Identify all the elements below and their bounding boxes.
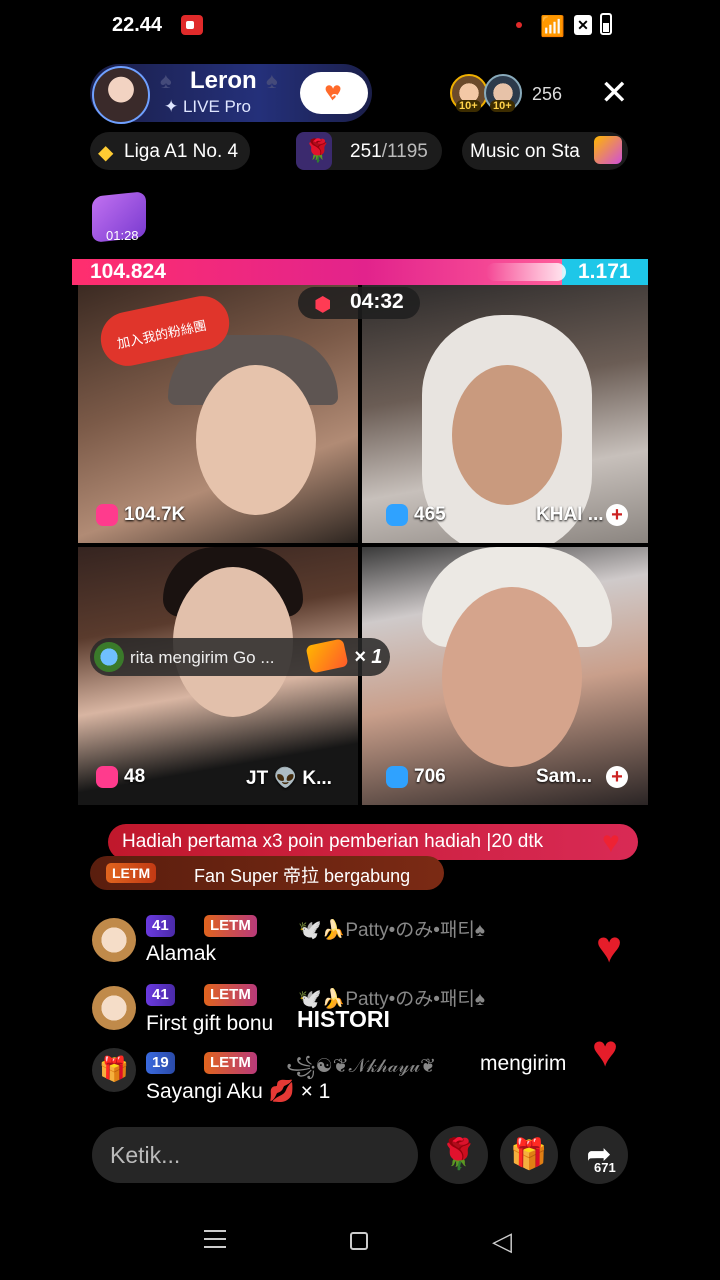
battle-score-right: 1.171: [578, 260, 631, 283]
viewer-rank-badge: 10+: [490, 100, 515, 112]
rose-icon: 🌹: [440, 1138, 478, 1171]
gift-score-icon: [386, 766, 408, 788]
battery-icon: [600, 13, 612, 35]
music-gift-icon: [594, 136, 622, 164]
music-label: Music on Sta: [470, 141, 580, 162]
chat-avatar[interactable]: [92, 986, 136, 1030]
rose-icon: 🌹: [304, 138, 332, 163]
treasure-box-timer: 01:28: [106, 228, 139, 243]
face: [442, 587, 582, 767]
viewer-rank-badge: 10+: [456, 100, 481, 112]
follow-guest-button[interactable]: +: [606, 504, 628, 526]
follow-guest-button[interactable]: +: [606, 766, 628, 788]
tile-score: 465: [414, 504, 446, 525]
spade-icon: ♠: [266, 68, 278, 93]
share-count: 671: [594, 1160, 616, 1175]
gift-sender-avatar: [94, 642, 124, 672]
chat-message: First gift bonu: [146, 1012, 274, 1035]
face: [452, 365, 562, 505]
home-button[interactable]: [350, 1232, 368, 1250]
tile-score: 48: [124, 766, 146, 787]
battle-score-left: 104.824: [90, 260, 166, 283]
fan-badge: LETM: [106, 863, 157, 883]
screen-record-icon: [181, 15, 203, 35]
heart-icon: ♥: [596, 923, 623, 972]
status-time: 22.44: [112, 14, 163, 36]
viewer-count[interactable]: 256: [532, 84, 562, 105]
gift-multiplier: × 1: [354, 646, 383, 668]
share-button[interactable]: ➦: [570, 1126, 628, 1184]
gift-button[interactable]: 🎁: [500, 1126, 558, 1184]
comment-input[interactable]: [92, 1127, 418, 1183]
rose-goal-progress: 251/1195: [350, 141, 428, 162]
guest-name: JT 👽 K...: [246, 768, 332, 789]
league-label: Liga A1 No. 4: [124, 141, 239, 162]
chat-action: mengirim: [480, 1052, 567, 1075]
host-subtitle: ✦ LIVE Pro: [164, 97, 252, 116]
guest-name: KHAI ...: [536, 504, 604, 525]
chat-message: Sayangi Aku 💋 × 1: [146, 1080, 331, 1103]
vip-badge: LETM: [204, 915, 257, 937]
battle-icon: ⬢: [314, 294, 332, 316]
gift-icon: 🎁: [510, 1138, 548, 1171]
battle-bar-streak: [486, 263, 566, 281]
rose-gift-button[interactable]: 🌹: [430, 1126, 488, 1184]
gift-score-icon: [96, 766, 118, 788]
wifi-icon: 📶: [540, 16, 565, 38]
back-button[interactable]: ◁: [492, 1228, 512, 1254]
heart-icon: ♥: [602, 826, 620, 859]
level-badge: 41: [146, 915, 175, 937]
gift-box-icon: 🎁: [92, 1048, 136, 1092]
gift-score-icon: [386, 504, 408, 526]
chat-avatar[interactable]: [92, 918, 136, 962]
chat-message: Alamak: [146, 942, 217, 965]
guest-name: Sam...: [536, 766, 592, 787]
vip-badge: LETM: [204, 1052, 257, 1074]
gift-banner-text: rita mengirim Go ...: [130, 648, 275, 667]
histori-label[interactable]: HISTORI: [297, 1006, 390, 1033]
host-name: Leron: [190, 67, 257, 94]
close-icon[interactable]: ✕: [600, 76, 629, 110]
tile-score: 706: [414, 766, 446, 787]
follow-level: 20: [331, 91, 346, 106]
no-sim-icon: ✕: [574, 15, 592, 35]
diamond-icon: ◆: [98, 142, 114, 164]
notification-dot-icon: [516, 22, 522, 28]
chat-username[interactable]: 🕊️🍌Patty•のみ•패티♠: [298, 915, 485, 942]
face: [196, 365, 316, 515]
heart-icon: ♥: [592, 1027, 619, 1076]
vip-badge: LETM: [204, 984, 257, 1006]
level-badge: 41: [146, 984, 175, 1006]
spade-icon: ♠: [160, 68, 172, 93]
level-badge: 19: [146, 1052, 175, 1074]
host-avatar[interactable]: [92, 66, 150, 124]
announcement-text: Hadiah pertama x3 poin pemberian hadiah …: [122, 831, 544, 852]
battle-timer: 04:32: [350, 290, 404, 313]
join-text: Fan Super 帝拉 bergabung: [194, 866, 411, 886]
recent-apps-button[interactable]: [204, 1230, 226, 1248]
gift-score-icon: [96, 504, 118, 526]
tile-score: 104.7K: [124, 504, 186, 525]
